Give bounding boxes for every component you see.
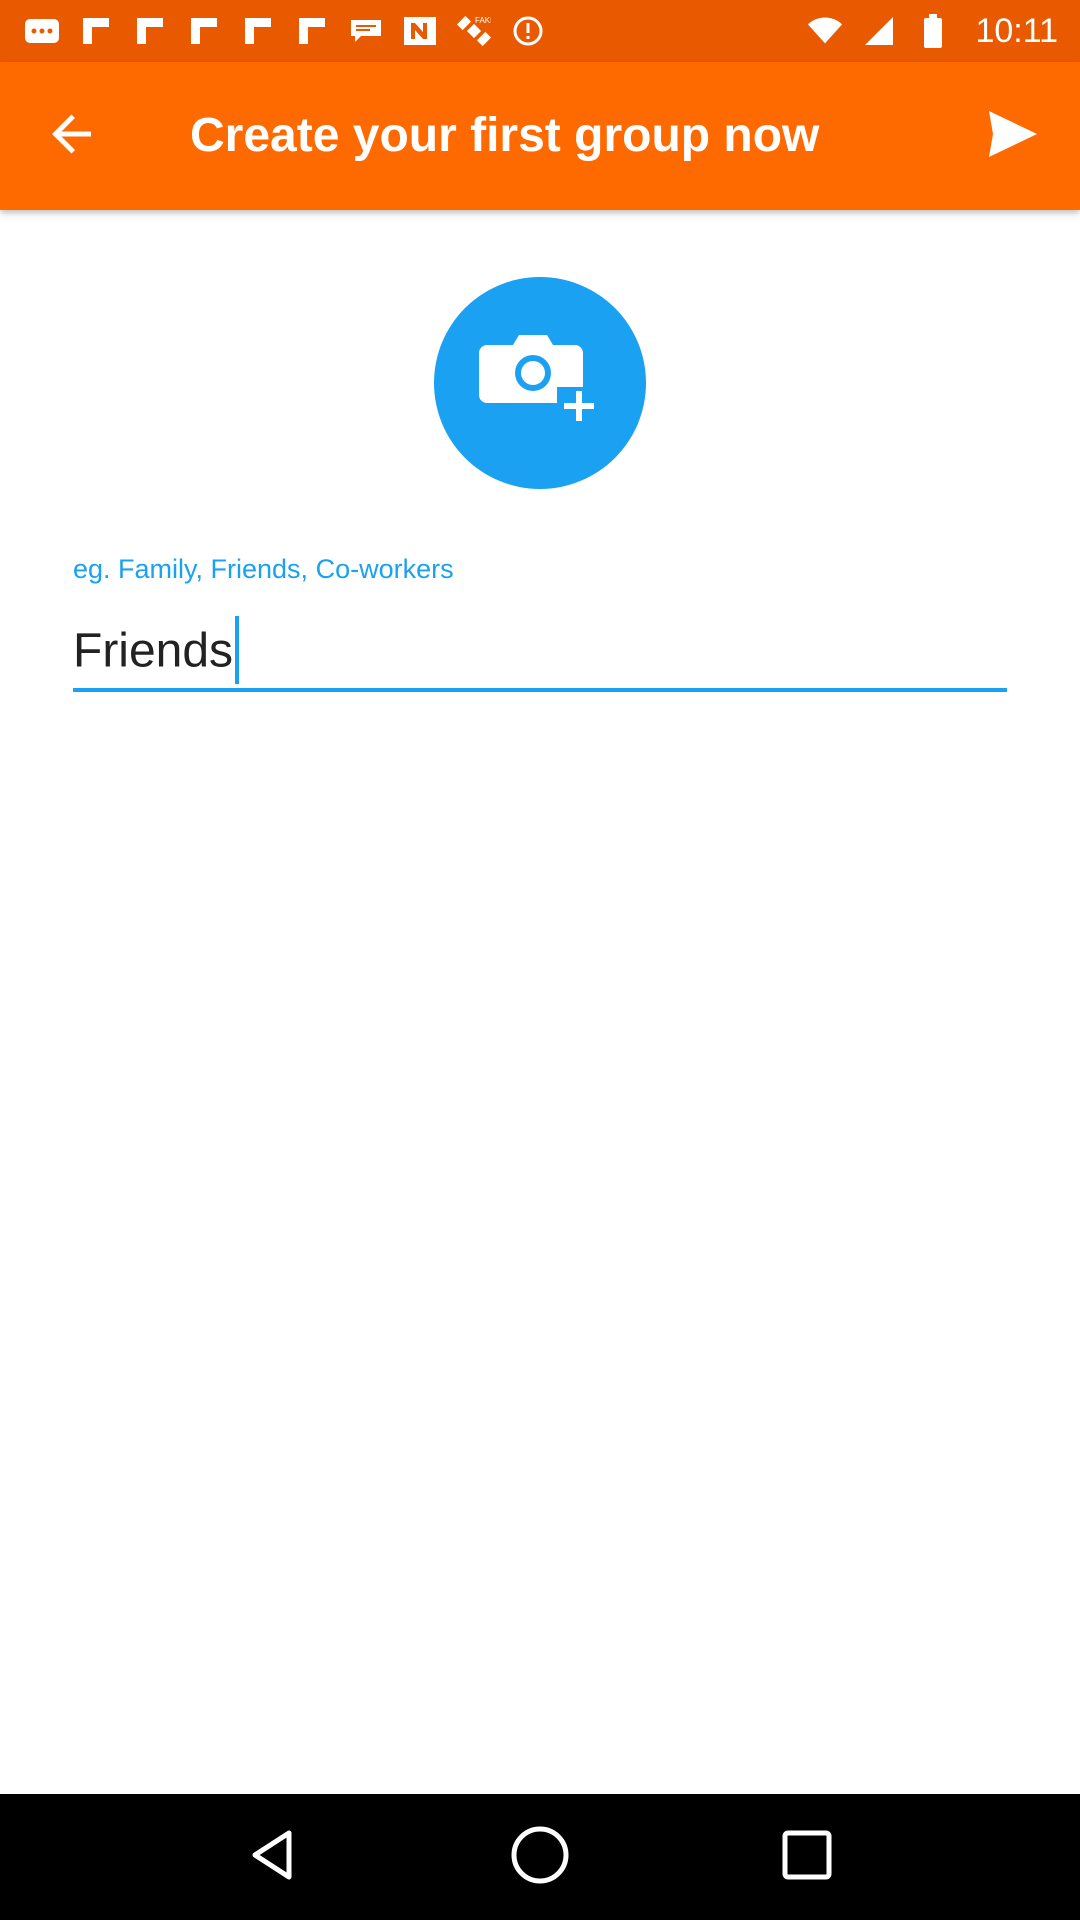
- wifi-icon: [807, 13, 843, 49]
- news-icon: [402, 13, 438, 49]
- flipboard-icon: [294, 13, 330, 49]
- back-triangle-icon: [243, 1825, 303, 1890]
- notification-icons: FAKE: [24, 13, 546, 49]
- nav-home-button[interactable]: [500, 1817, 580, 1897]
- recents-square-icon: [779, 1827, 835, 1888]
- flipboard-icon: [78, 13, 114, 49]
- battery-icon: [915, 13, 951, 49]
- add-group-photo-button[interactable]: [434, 277, 646, 489]
- group-name-hint: eg. Family, Friends, Co-workers: [73, 554, 454, 584]
- clock-time: 10:11: [975, 11, 1058, 50]
- group-name-input[interactable]: Friends: [73, 616, 240, 688]
- alert-icon: [510, 13, 546, 49]
- flipboard-icon: [132, 13, 168, 49]
- nav-back-button[interactable]: [233, 1817, 313, 1897]
- next-button[interactable]: [976, 99, 1050, 173]
- app-bar: Create your first group now: [0, 62, 1080, 210]
- group-name-value: Friends: [73, 624, 234, 678]
- status-bar: FAKE 10:11: [0, 0, 1080, 62]
- home-circle-icon: [508, 1823, 572, 1892]
- message-icon: [348, 13, 384, 49]
- flipboard-icon: [186, 13, 222, 49]
- send-icon: [989, 110, 1037, 162]
- signal-icon: [861, 13, 897, 49]
- flipboard-icon: [240, 13, 276, 49]
- page-title: Create your first group now: [190, 109, 820, 162]
- system-nav-bar: [0, 1794, 1080, 1920]
- arrow-back-icon: [51, 112, 95, 161]
- group-name-field[interactable]: Friends: [73, 608, 1007, 692]
- nav-recents-button[interactable]: [767, 1817, 847, 1897]
- back-button[interactable]: [36, 99, 110, 173]
- more-icon: [24, 13, 60, 49]
- system-icons: 10:11: [807, 12, 1058, 51]
- satellite-icon: FAKE: [456, 13, 492, 49]
- text-cursor: [235, 616, 240, 684]
- svg-text:FAKE: FAKE: [475, 16, 491, 25]
- add-photo-icon: [475, 331, 605, 436]
